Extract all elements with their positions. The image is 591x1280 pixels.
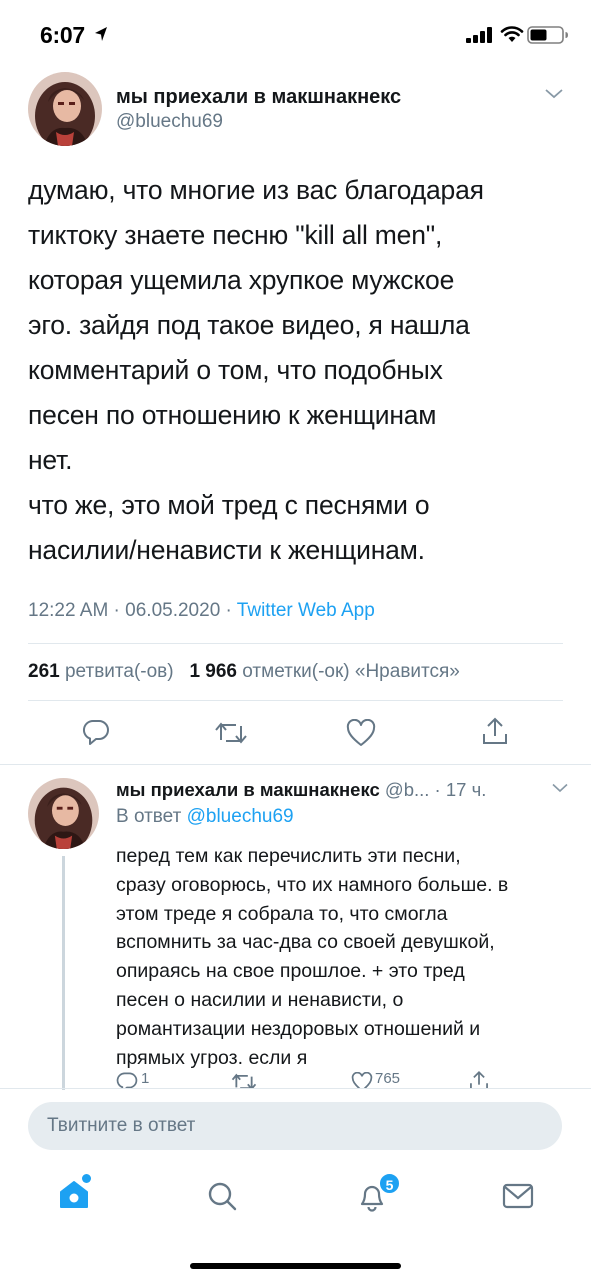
tweet-source-link[interactable]: Twitter Web App bbox=[237, 600, 375, 621]
status-bar: 6:07 bbox=[0, 0, 591, 66]
tweet-text-line: комментарий о том, что подобных bbox=[28, 355, 443, 385]
reply-actions: 1 765 bbox=[0, 1066, 591, 1088]
heart-icon[interactable] bbox=[351, 1072, 373, 1088]
reply-text-line: этом треде я собрала то, что смогла bbox=[116, 902, 448, 925]
cellular-signal-icon bbox=[466, 27, 492, 43]
reply-text-line: песен о насилии и ненависти, о bbox=[116, 988, 404, 1011]
tweet-stats[interactable]: 261 ретвита(-ов) 1 966 отметки(-ок) «Нра… bbox=[28, 661, 460, 683]
tweet-text-line: думаю, что многие из вас благодарая bbox=[28, 175, 484, 205]
home-indicator bbox=[190, 1263, 401, 1269]
share-icon[interactable] bbox=[481, 716, 509, 746]
location-arrow-icon bbox=[95, 27, 107, 41]
reply-text-line: романтизации нездоровых отношений и bbox=[116, 1017, 481, 1040]
retweet-icon[interactable] bbox=[231, 1072, 257, 1088]
status-time: 6:07 bbox=[40, 22, 85, 48]
tweet-text-line: которая ущемила хрупкое мужское bbox=[28, 265, 455, 295]
reply-to-mention[interactable]: @bluechu69 bbox=[187, 806, 294, 827]
tweet-text-line: песен по отношению к женщинам bbox=[28, 400, 437, 430]
divider bbox=[28, 643, 563, 644]
tweet-text: думаю, что многие из вас благодарая тикт… bbox=[28, 168, 573, 573]
heart-icon[interactable] bbox=[346, 719, 376, 747]
author-handle[interactable]: @bluechu69 bbox=[116, 111, 223, 133]
reply-like-count: 765 bbox=[375, 1070, 401, 1087]
mail-icon[interactable] bbox=[502, 1182, 534, 1210]
likes-count: 1 966 bbox=[189, 661, 237, 682]
author-name[interactable]: мы приехали в макшнакнекс bbox=[116, 86, 401, 109]
reply-count: 1 bbox=[141, 1070, 150, 1087]
author-avatar[interactable] bbox=[28, 72, 102, 146]
reply-text-line: сразу оговорюсь, что их намного больше. … bbox=[116, 873, 509, 896]
retweets-label: ретвита(-ов) bbox=[64, 661, 174, 682]
thread-line bbox=[62, 856, 65, 1090]
tweet-text-line: что же, это мой тред с песнями о bbox=[28, 490, 430, 520]
reply-to-label: В ответ bbox=[116, 806, 187, 827]
retweet-icon[interactable] bbox=[214, 720, 248, 746]
likes-label: отметки(-ок) «Нравится» bbox=[242, 661, 460, 682]
reply-to: В ответ @bluechu69 bbox=[116, 806, 294, 828]
reply-author-name: мы приехали в макшнакнекс bbox=[116, 779, 380, 800]
divider bbox=[0, 1088, 591, 1089]
divider bbox=[28, 700, 563, 701]
tweet-text-line: тиктоку знаете песню "kill all men", bbox=[28, 220, 443, 250]
new-content-dot bbox=[82, 1174, 91, 1183]
reply-author-avatar[interactable] bbox=[28, 778, 99, 849]
tweet-timestamp: 12:22 AM · 06.05.2020 · bbox=[28, 600, 237, 621]
reply-compose-input[interactable]: Твитните в ответ bbox=[28, 1102, 562, 1150]
tweet-text-line: насилии/ненависти к женщинам. bbox=[28, 535, 425, 565]
wifi-icon bbox=[500, 26, 524, 42]
tweet-text-line: эго. зайдя под такое видео, я нашла bbox=[28, 310, 470, 340]
tweet-text-line: нет. bbox=[28, 445, 73, 475]
reply-text-line: перед тем как перечислить эти песни, bbox=[116, 845, 461, 867]
retweets-count: 261 bbox=[28, 661, 60, 682]
notifications-badge: 5 bbox=[378, 1172, 401, 1195]
search-icon[interactable] bbox=[206, 1180, 238, 1212]
reply-icon[interactable] bbox=[116, 1071, 138, 1088]
chevron-down-icon[interactable] bbox=[552, 783, 568, 793]
battery-icon bbox=[527, 26, 568, 44]
reply-header[interactable]: мы приехали в макшнакнекс @b... · 17 ч. bbox=[116, 779, 486, 801]
reply-text-line: опираясь на свое прошлое. + это тред bbox=[116, 960, 465, 983]
section-divider bbox=[0, 764, 591, 765]
reply-text: перед тем как перечислить эти песни, сра… bbox=[116, 842, 576, 1072]
reply-text-line: вспомнить за час-два со своей девушкой, bbox=[116, 931, 495, 954]
tweet-meta: 12:22 AM · 06.05.2020 · Twitter Web App bbox=[28, 600, 375, 622]
chevron-down-icon[interactable] bbox=[544, 88, 564, 100]
share-icon[interactable] bbox=[468, 1070, 490, 1088]
reply-handle-time: @b... · 17 ч. bbox=[379, 779, 487, 800]
reply-icon[interactable] bbox=[82, 718, 110, 746]
